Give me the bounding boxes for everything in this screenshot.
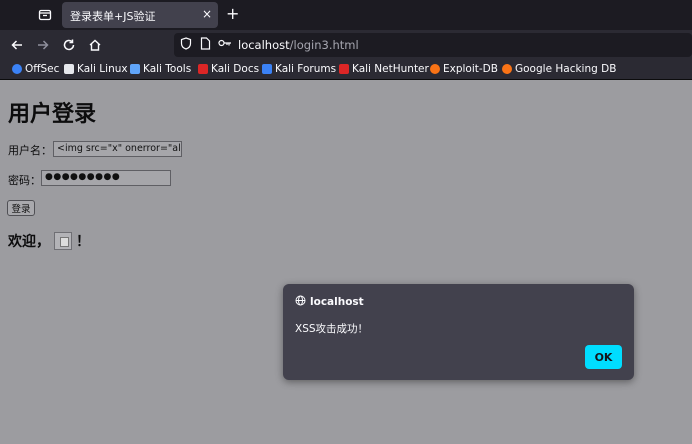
bookmark-kali-linux[interactable]: Kali Linux [64,63,128,75]
page-icon [200,37,211,53]
broken-image-icon [54,232,72,250]
dialog-origin: localhost [310,296,364,308]
kali-docs-icon [198,64,208,74]
bookmark-label: Google Hacking DB [515,63,617,75]
page-content: 用户登录 用户名： <img src="x" onerror="alert(' … [0,80,692,444]
welcome-prefix: 欢迎， [8,234,50,250]
tab-list-icon[interactable] [36,6,54,24]
login-button[interactable]: 登录 [7,200,35,216]
kali-tools-icon [130,64,140,74]
tab-close-icon[interactable]: × [202,7,212,21]
bookmark-kali-nethunter[interactable]: Kali NetHunter [339,63,429,75]
bookmark-label: Exploit-DB [443,63,498,75]
bookmark-exploit-db[interactable]: Exploit-DB [430,63,498,75]
shield-icon[interactable] [180,37,192,53]
page-title: 用户登录 [8,102,97,127]
ok-button[interactable]: OK [585,345,622,369]
reload-icon[interactable] [60,36,78,54]
welcome-message: 欢迎， ！ [8,231,90,251]
url-bar[interactable]: localhost/login3.html [174,33,692,57]
bookmark-label: Kali Linux [77,63,128,75]
url-path: /login3.html [289,38,359,52]
dialog-message: XSS攻击成功！ [295,323,369,335]
ghdb-icon [502,64,512,74]
bookmark-label: Kali Tools [143,63,192,75]
username-label: 用户名： [8,144,52,157]
offsec-icon [12,64,22,74]
nav-bar: localhost/login3.html [0,30,692,60]
bookmark-offsec[interactable]: OffSec [12,63,59,75]
kali-nethunter-icon [339,64,349,74]
kali-forums-icon [262,64,272,74]
bookmarks-toolbar: OffSec Kali Linux Kali Tools Kali Docs K… [0,60,692,80]
bookmark-google-hacking-db[interactable]: Google Hacking DB [502,63,616,75]
bookmark-label: Kali Forums [275,63,337,75]
bookmark-kali-forums[interactable]: Kali Forums [262,63,336,75]
kali-dragon-icon [64,64,74,74]
dialog-header: localhost [295,295,364,309]
bookmark-label: Kali Docs [211,63,260,75]
alert-dialog: localhost XSS攻击成功！ OK [283,284,634,380]
welcome-suffix: ！ [76,234,90,250]
active-tab[interactable]: 登录表单+JS验证 × [62,2,218,28]
bookmark-kali-docs[interactable]: Kali Docs [198,63,259,75]
tab-title: 登录表单+JS验证 [70,10,156,23]
globe-icon [295,295,306,309]
url-text[interactable]: localhost/login3.html [238,38,359,52]
forward-icon[interactable] [34,36,52,54]
back-icon[interactable] [8,36,26,54]
permissions-key-icon[interactable] [218,37,232,52]
bookmark-kali-tools[interactable]: Kali Tools [130,63,191,75]
new-tab-button[interactable]: + [226,4,239,23]
home-icon[interactable] [86,36,104,54]
exploit-db-icon [430,64,440,74]
password-input[interactable]: ●●●●●●●●● [41,170,171,186]
url-host: localhost [238,38,290,52]
bookmark-label: OffSec [25,63,60,75]
username-input[interactable]: <img src="x" onerror="alert(' [53,141,182,157]
password-label: 密码： [8,174,41,187]
bookmark-label: Kali NetHunter [352,63,429,75]
tab-strip: 登录表单+JS验证 × + [0,0,692,30]
